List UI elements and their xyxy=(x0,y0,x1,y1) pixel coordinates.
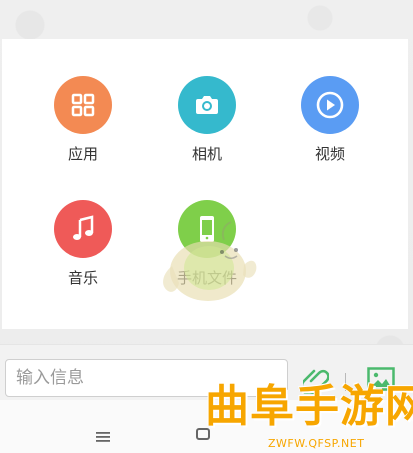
menu-icon[interactable] xyxy=(96,428,110,442)
app-item-apps[interactable]: 应用 xyxy=(38,76,128,164)
app-label: 视频 xyxy=(314,145,345,163)
app-item-music[interactable]: 音乐 xyxy=(38,200,128,288)
app-item-video[interactable]: 视频 xyxy=(285,76,375,164)
app-label: 音乐 xyxy=(67,269,98,287)
music-note-icon[interactable] xyxy=(54,200,112,258)
watermark-url: ZWFW.QFSP.NET xyxy=(268,437,365,450)
app-label: 相机 xyxy=(191,145,222,163)
app-label: 应用 xyxy=(67,145,98,163)
grid-icon[interactable] xyxy=(54,76,112,134)
app-item-camera[interactable]: 相机 xyxy=(162,76,252,164)
camera-icon[interactable] xyxy=(178,76,236,134)
attachment-panel: 应用 相机 视频 音乐 手机文件 xyxy=(2,39,408,329)
watermark-title: 曲阜手游网 xyxy=(205,381,413,432)
phone-file-icon[interactable] xyxy=(178,200,236,258)
app-item-phone-files[interactable]: 手机文件 xyxy=(162,200,252,288)
app-label: 手机文件 xyxy=(176,269,237,287)
play-icon[interactable] xyxy=(301,76,359,134)
